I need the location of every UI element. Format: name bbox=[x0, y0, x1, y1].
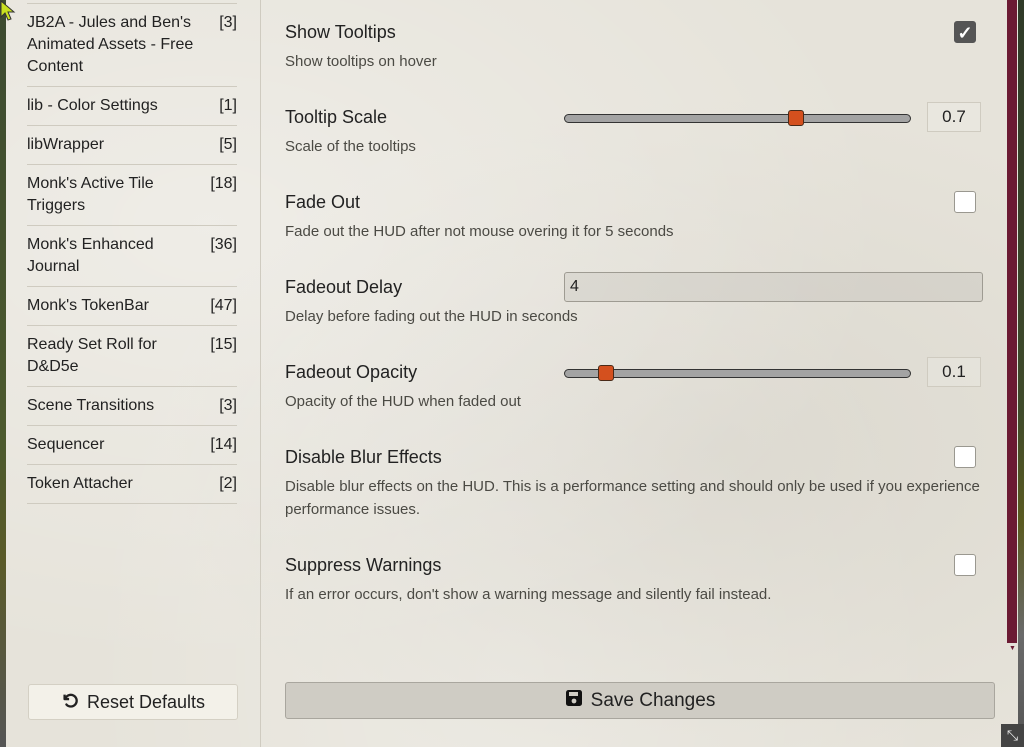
category-name: Monk's TokenBar bbox=[27, 297, 149, 314]
save-changes-button[interactable]: Save Changes bbox=[285, 682, 995, 719]
setting-hint: Opacity of the HUD when faded out bbox=[285, 393, 521, 410]
setting-hint: Scale of the tooltips bbox=[285, 138, 416, 155]
canvas-background-right bbox=[1018, 0, 1024, 747]
slider-track bbox=[564, 369, 911, 378]
category-name: Token Attacher bbox=[27, 475, 133, 492]
category-item[interactable]: Sequencer [14] bbox=[27, 426, 237, 465]
category-item[interactable]: libWrapper [5] bbox=[27, 126, 237, 165]
setting-hint: If an error occurs, don't show a warning… bbox=[285, 586, 772, 603]
checkmark-icon: ✓ bbox=[957, 23, 973, 43]
category-count: [14] bbox=[210, 436, 237, 453]
suppress-warnings-checkbox[interactable] bbox=[954, 554, 976, 576]
setting-disable-blur: Disable Blur Effects Disable blur effect… bbox=[285, 445, 985, 521]
category-count: [1] bbox=[219, 97, 237, 114]
setting-fade-out: Fade Out Fade out the HUD after not mous… bbox=[285, 190, 985, 243]
setting-label: Fade Out bbox=[285, 192, 361, 212]
disable-blur-checkbox[interactable] bbox=[954, 446, 976, 468]
undo-icon bbox=[61, 691, 79, 714]
category-name: Scene Transitions bbox=[27, 397, 155, 414]
tooltip-scale-value: 0.7 bbox=[927, 102, 981, 132]
category-sidebar: JB2A - Jules and Ben's Animated Assets -… bbox=[6, 0, 261, 747]
scroll-down-arrow-icon[interactable]: ▼ bbox=[1009, 645, 1016, 652]
category-item[interactable]: lib - Color Settings [1] bbox=[27, 87, 237, 126]
mouse-cursor-icon bbox=[0, 0, 16, 27]
category-name: Sequencer bbox=[27, 436, 105, 453]
category-count: [15] bbox=[210, 336, 237, 353]
setting-hint: Show tooltips on hover bbox=[285, 53, 437, 70]
setting-label: Disable Blur Effects bbox=[285, 447, 442, 467]
category-list: JB2A - Jules and Ben's Animated Assets -… bbox=[27, 3, 237, 504]
category-count: [47] bbox=[210, 297, 237, 314]
category-name: Monk's Enhanced Journal bbox=[27, 236, 154, 275]
category-name: Ready Set Roll for D&D5e bbox=[27, 336, 157, 375]
reset-defaults-button[interactable]: Reset Defaults bbox=[28, 684, 238, 720]
category-item[interactable]: Monk's Enhanced Journal [36] bbox=[27, 226, 237, 287]
category-name: lib - Color Settings bbox=[27, 97, 158, 114]
tooltip-scale-slider[interactable] bbox=[564, 107, 911, 129]
fadeout-opacity-value: 0.1 bbox=[927, 357, 981, 387]
category-count: [3] bbox=[219, 397, 237, 414]
settings-window: JB2A - Jules and Ben's Animated Assets -… bbox=[6, 0, 1024, 747]
category-item[interactable]: JB2A - Jules and Ben's Animated Assets -… bbox=[27, 4, 237, 87]
slider-thumb[interactable] bbox=[788, 110, 805, 126]
floppy-disk-icon bbox=[565, 689, 583, 713]
settings-panel: Show Tooltips Show tooltips on hover ✓ T… bbox=[261, 0, 1001, 747]
show-tooltips-checkbox[interactable]: ✓ bbox=[954, 21, 976, 43]
category-name: Monk's Active Tile Triggers bbox=[27, 175, 154, 214]
slider-thumb[interactable] bbox=[597, 365, 614, 381]
setting-suppress-warnings: Suppress Warnings If an error occurs, do… bbox=[285, 553, 985, 606]
category-count: [36] bbox=[210, 236, 237, 253]
category-count: [18] bbox=[210, 175, 237, 192]
category-count: [3] bbox=[219, 14, 237, 31]
setting-hint: Fade out the HUD after not mouse overing… bbox=[285, 223, 674, 240]
category-count: [2] bbox=[219, 475, 237, 492]
fadeout-opacity-slider[interactable] bbox=[564, 362, 911, 384]
save-changes-label: Save Changes bbox=[590, 689, 716, 711]
setting-label: Show Tooltips bbox=[285, 22, 396, 42]
resize-handle-icon[interactable]: ⤡ bbox=[1001, 724, 1024, 747]
reset-defaults-label: Reset Defaults bbox=[86, 691, 206, 712]
fade-out-checkbox[interactable] bbox=[954, 191, 976, 213]
scrollbar[interactable] bbox=[1007, 0, 1017, 643]
setting-hint: Disable blur effects on the HUD. This is… bbox=[285, 478, 980, 518]
slider-track bbox=[564, 114, 911, 123]
category-count: [5] bbox=[219, 136, 237, 153]
category-item[interactable]: Monk's Active Tile Triggers [18] bbox=[27, 165, 237, 226]
setting-hint: Delay before fading out the HUD in secon… bbox=[285, 308, 578, 325]
fadeout-delay-input[interactable]: 4 bbox=[564, 272, 983, 302]
category-item[interactable]: Ready Set Roll for D&D5e [15] bbox=[27, 326, 237, 387]
category-item[interactable]: Monk's TokenBar [47] bbox=[27, 287, 237, 326]
setting-show-tooltips: Show Tooltips Show tooltips on hover bbox=[285, 20, 985, 73]
category-item[interactable]: Token Attacher [2] bbox=[27, 465, 237, 504]
category-item[interactable]: Scene Transitions [3] bbox=[27, 387, 237, 426]
category-name: libWrapper bbox=[27, 136, 105, 153]
setting-label: Suppress Warnings bbox=[285, 555, 442, 575]
category-name: JB2A - Jules and Ben's Animated Assets -… bbox=[27, 14, 194, 75]
